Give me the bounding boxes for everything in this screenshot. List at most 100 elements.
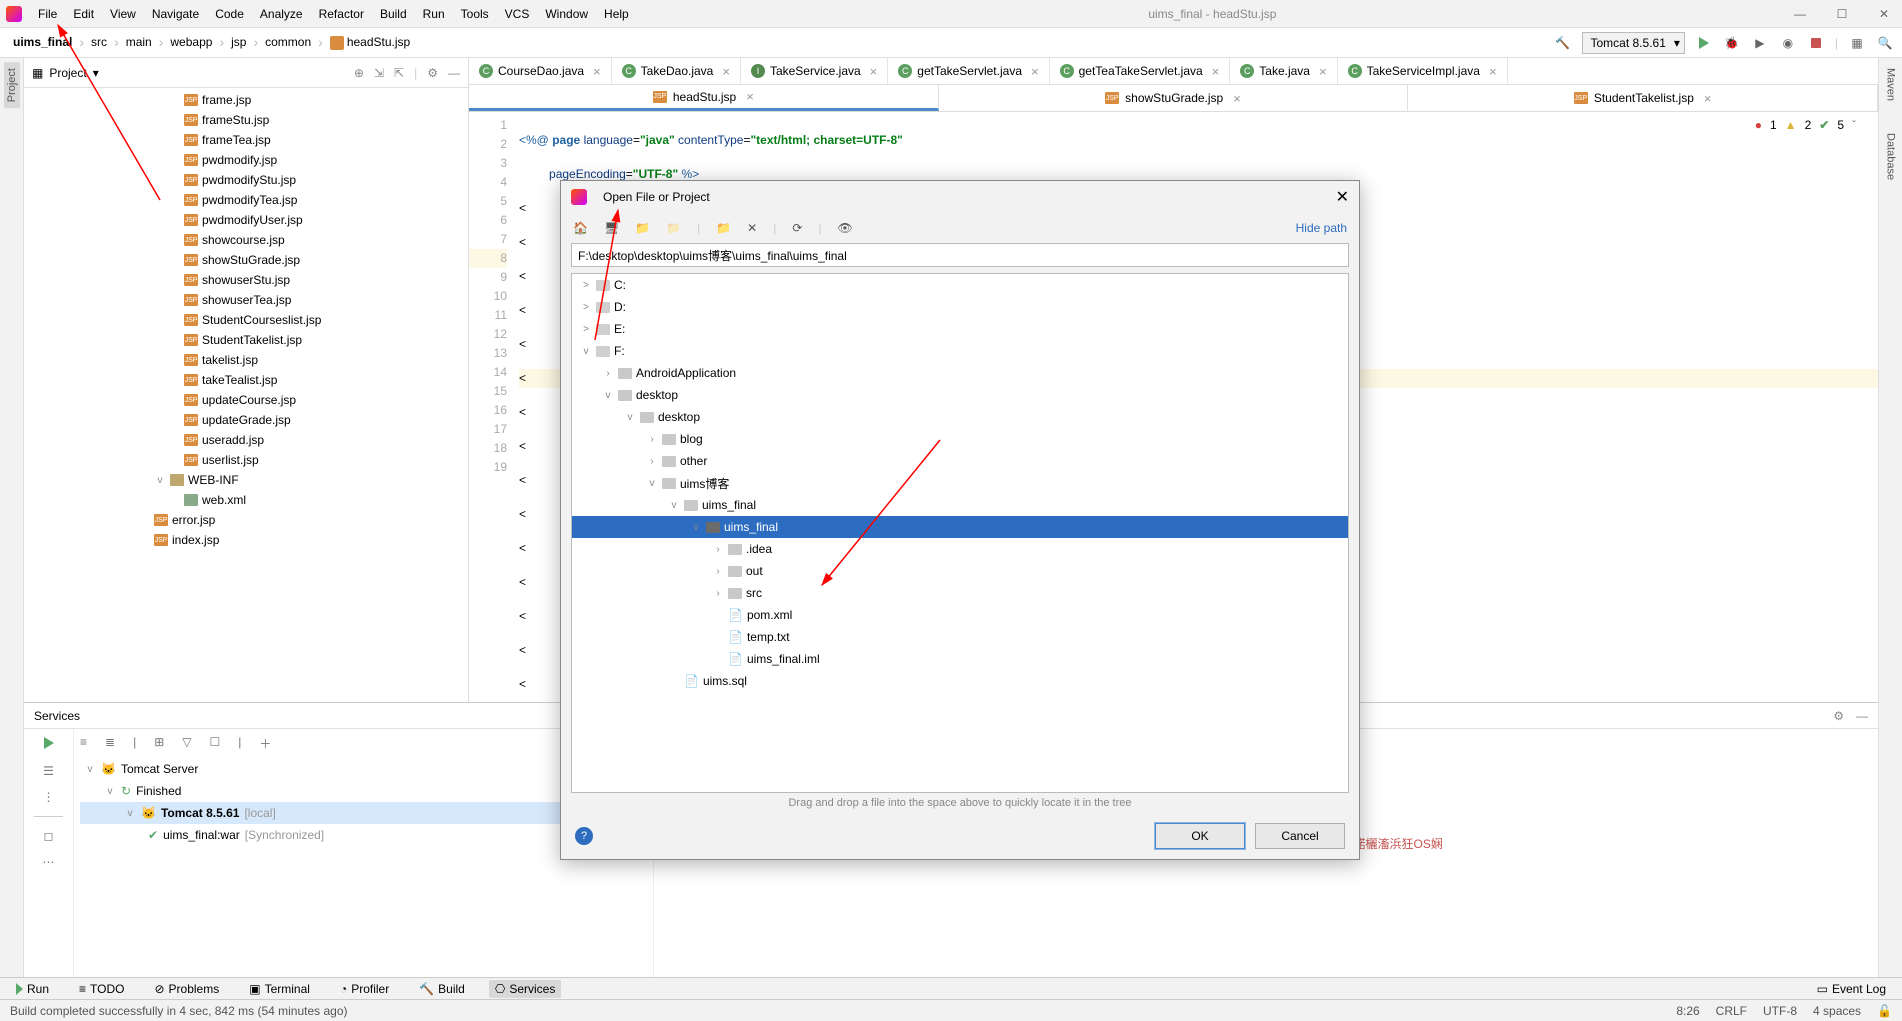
expand-icon[interactable]: ≡: [80, 735, 87, 752]
project-file[interactable]: JSPerror.jsp: [24, 510, 468, 530]
menu-run[interactable]: Run: [415, 3, 453, 25]
tree-row[interactable]: vdesktop: [572, 406, 1348, 428]
project-file[interactable]: JSPshowStuGrade.jsp: [24, 250, 468, 270]
editor-tab[interactable]: CgetTakeServlet.java×: [888, 58, 1049, 84]
help-icon[interactable]: ?: [575, 827, 593, 845]
todo-tool-button[interactable]: ≡ TODO: [73, 980, 130, 998]
menu-navigate[interactable]: Navigate: [144, 3, 207, 25]
group-icon[interactable]: ⊞: [154, 735, 164, 752]
line-number[interactable]: 4: [469, 173, 507, 192]
services-hide-icon[interactable]: —: [1856, 709, 1868, 723]
breadcrumb-item[interactable]: main: [121, 33, 157, 51]
line-number[interactable]: 14: [469, 363, 507, 382]
project-file[interactable]: JSPpwdmodifyUser.jsp: [24, 210, 468, 230]
tree-row[interactable]: ›src: [572, 582, 1348, 604]
maximize-button[interactable]: ☐: [1830, 7, 1854, 21]
tree-row[interactable]: ›other: [572, 450, 1348, 472]
dialog-close-button[interactable]: ✕: [1336, 187, 1349, 207]
menu-window[interactable]: Window: [537, 3, 596, 25]
line-number[interactable]: 8: [469, 249, 507, 268]
project-file[interactable]: JSPuserlist.jsp: [24, 450, 468, 470]
editor-tab[interactable]: CTake.java×: [1230, 58, 1337, 84]
line-number[interactable]: 13: [469, 344, 507, 363]
refresh-icon[interactable]: ⟳: [792, 221, 802, 235]
close-button[interactable]: ✕: [1872, 7, 1896, 21]
project-panel-title[interactable]: ▦Project▾: [32, 66, 99, 80]
line-number[interactable]: 17: [469, 420, 507, 439]
line-number[interactable]: 15: [469, 382, 507, 401]
minimize-button[interactable]: —: [1788, 7, 1812, 21]
tree-row[interactable]: vdesktop: [572, 384, 1348, 406]
tree-row[interactable]: 📄temp.txt: [572, 626, 1348, 648]
editor-tab[interactable]: JSPStudentTakelist.jsp×: [1408, 85, 1878, 111]
line-number[interactable]: 2: [469, 135, 507, 154]
tree-row[interactable]: 📄uims.sql: [572, 670, 1348, 692]
line-number[interactable]: 3: [469, 154, 507, 173]
menu-analyze[interactable]: Analyze: [252, 3, 311, 25]
cancel-button[interactable]: Cancel: [1255, 823, 1345, 849]
close-tab-icon[interactable]: ×: [722, 64, 730, 79]
project-file[interactable]: JSPupdateGrade.jsp: [24, 410, 468, 430]
close-tab-icon[interactable]: ×: [746, 89, 754, 104]
project-tool-button[interactable]: Project: [4, 62, 20, 108]
run-tool-button[interactable]: Run: [10, 980, 55, 998]
line-number[interactable]: 19: [469, 458, 507, 477]
close-tab-icon[interactable]: ×: [1319, 64, 1327, 79]
line-separator[interactable]: CRLF: [1716, 1004, 1747, 1018]
line-number[interactable]: 18: [469, 439, 507, 458]
home-icon[interactable]: 🏠: [573, 221, 588, 235]
breadcrumb-item[interactable]: src: [86, 33, 112, 51]
profiler-tool-button[interactable]: ◔ Profiler: [334, 980, 395, 998]
line-number[interactable]: 5: [469, 192, 507, 211]
drive-row[interactable]: >D:: [572, 296, 1348, 318]
breadcrumb-item[interactable]: headStu.jsp: [325, 33, 415, 52]
menu-edit[interactable]: Edit: [65, 3, 102, 25]
editor-tab[interactable]: CTakeServiceImpl.java×: [1338, 58, 1508, 84]
project-file[interactable]: JSPframeTea.jsp: [24, 130, 468, 150]
breadcrumb-item[interactable]: common: [260, 33, 316, 51]
editor-tab[interactable]: JSPheadStu.jsp×: [469, 85, 939, 111]
run-button[interactable]: [1695, 34, 1713, 52]
project-file[interactable]: JSPframe.jsp: [24, 90, 468, 110]
add-icon[interactable]: ＋: [259, 735, 271, 752]
run-config-dropdown[interactable]: Tomcat 8.5.61 ▾: [1582, 32, 1685, 54]
stop-icon[interactable]: ◻: [44, 829, 54, 843]
maven-tool-button[interactable]: Maven: [1883, 62, 1899, 107]
line-number[interactable]: 12: [469, 325, 507, 344]
profile-button[interactable]: ◉: [1779, 34, 1797, 52]
hide-path-link[interactable]: Hide path: [1296, 221, 1347, 235]
close-tab-icon[interactable]: ×: [870, 64, 878, 79]
line-number[interactable]: 11: [469, 306, 507, 325]
menu-tools[interactable]: Tools: [453, 3, 497, 25]
run-icon[interactable]: [44, 737, 54, 752]
delete-icon[interactable]: ✕: [747, 221, 757, 235]
settings-icon[interactable]: ⚙: [427, 66, 438, 80]
close-tab-icon[interactable]: ×: [593, 64, 601, 79]
breadcrumb-item[interactable]: uims_final: [8, 33, 77, 51]
tree-row[interactable]: ›AndroidApplication: [572, 362, 1348, 384]
tree-row[interactable]: ›blog: [572, 428, 1348, 450]
tree-row[interactable]: ›out: [572, 560, 1348, 582]
menu-help[interactable]: Help: [596, 3, 637, 25]
show-hidden-icon[interactable]: 👁: [838, 221, 853, 235]
close-tab-icon[interactable]: ×: [1489, 64, 1497, 79]
project-dir-icon[interactable]: 📁: [635, 221, 650, 235]
close-tab-icon[interactable]: ×: [1233, 91, 1241, 106]
module-dir-icon[interactable]: 📁: [666, 221, 681, 235]
editor-tab[interactable]: ITakeService.java×: [741, 58, 888, 84]
project-file[interactable]: JSPupdateCourse.jsp: [24, 390, 468, 410]
hide-panel-icon[interactable]: —: [448, 66, 460, 80]
project-file[interactable]: JSPshowuserStu.jsp: [24, 270, 468, 290]
project-file[interactable]: JSPtakelist.jsp: [24, 350, 468, 370]
line-number[interactable]: 10: [469, 287, 507, 306]
readonly-lock-icon[interactable]: 🔓: [1877, 1004, 1892, 1018]
project-file[interactable]: JSPshowcourse.jsp: [24, 230, 468, 250]
indent-setting[interactable]: 4 spaces: [1813, 1004, 1861, 1018]
tree-row[interactable]: ›.idea: [572, 538, 1348, 560]
filter2-icon[interactable]: ▽: [182, 735, 191, 752]
project-file[interactable]: JSPpwdmodifyTea.jsp: [24, 190, 468, 210]
project-file[interactable]: JSPshowuserTea.jsp: [24, 290, 468, 310]
project-file[interactable]: JSPpwdmodify.jsp: [24, 150, 468, 170]
collapse-all-icon[interactable]: ⇱: [394, 66, 404, 80]
menu-view[interactable]: View: [102, 3, 144, 25]
